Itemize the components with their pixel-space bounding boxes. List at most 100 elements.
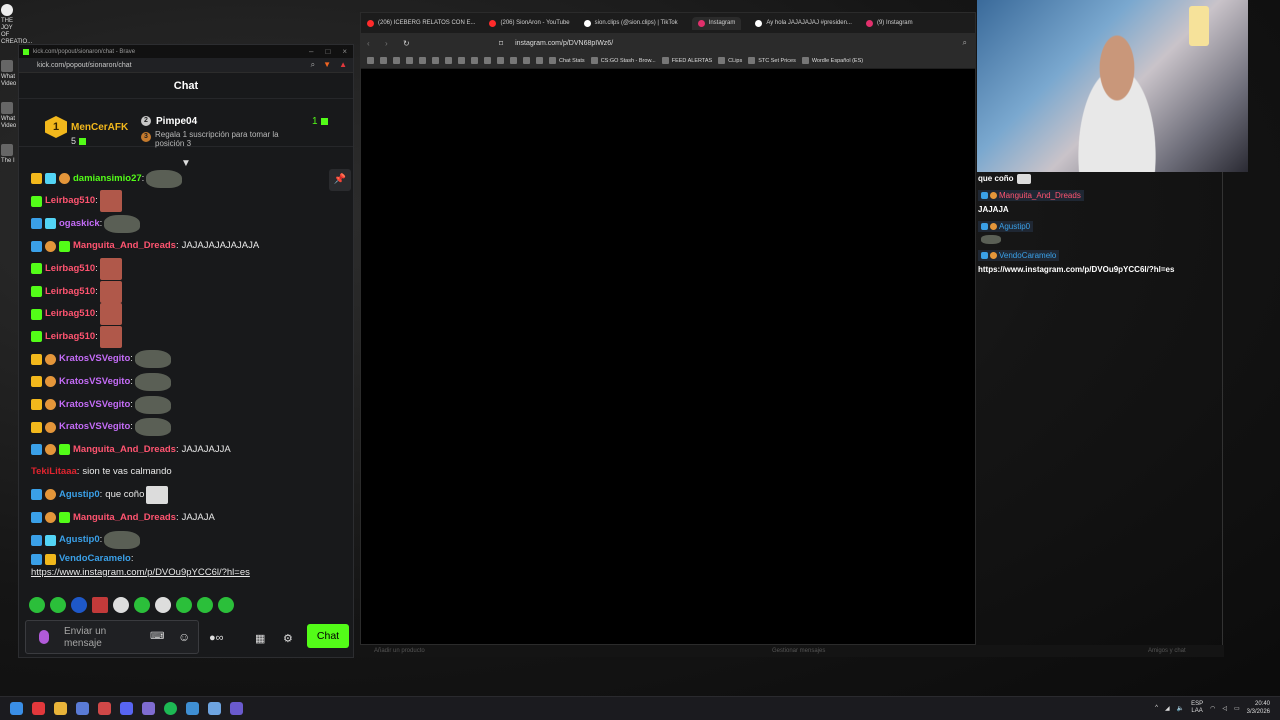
volume-icon[interactable]: 🔈 — [1177, 705, 1184, 712]
forward-icon[interactable]: › — [385, 39, 397, 48]
chat-username[interactable]: Manguita_And_Dreads — [73, 512, 176, 524]
chat-username[interactable]: Manguita_And_Dreads — [73, 240, 176, 252]
bookmark-favicon-icon[interactable] — [471, 57, 478, 64]
emote-icon[interactable] — [29, 597, 45, 613]
bookmark-favicon-icon[interactable] — [523, 57, 530, 64]
emote-icon[interactable] — [176, 597, 192, 613]
bookmark-favicon-icon[interactable] — [536, 57, 543, 64]
add-product-link[interactable]: Añadir un producto — [374, 648, 425, 654]
app-icon[interactable] — [98, 702, 111, 715]
bookmark-item[interactable]: Wordle Español (ES) — [801, 57, 863, 64]
store-icon[interactable]: ▦ — [255, 632, 265, 645]
app-icon[interactable] — [186, 702, 199, 715]
language-indicator[interactable]: ESP LAA — [1191, 701, 1203, 715]
emote-icon[interactable] — [197, 597, 213, 613]
chat-message[interactable]: Manguita_And_Dreads: JAJAJAJAJAJAJA — [19, 235, 355, 257]
url-text[interactable]: instagram.com/p/DVN68pIWz6/ — [515, 40, 613, 47]
chat-message[interactable]: Leirbag510: — [19, 257, 355, 280]
leaderboard-first-name[interactable]: MenCerAFK — [71, 122, 128, 133]
browser-tab[interactable]: sion.clips (@sion.clips) | TikTok — [583, 19, 678, 27]
bookmark-favicon-icon[interactable] — [497, 57, 504, 64]
clock[interactable]: 20:40 3/3/2026 — [1247, 700, 1270, 716]
leaderboard-second-name[interactable]: Pimpe04 — [156, 116, 197, 127]
chat-message-input[interactable]: Enviar un mensaje ⌨ ☺ — [25, 620, 199, 654]
emote-icon[interactable] — [134, 597, 150, 613]
speaker-icon[interactable]: ◁ — [1222, 705, 1227, 712]
chat-message[interactable]: KratosVSVegito: — [19, 416, 355, 438]
chat-username[interactable]: KratosVSVegito — [59, 421, 130, 433]
chat-username[interactable]: damiansimio27 — [73, 173, 142, 185]
bookmark-favicon-icon[interactable] — [458, 57, 465, 64]
chat-message[interactable]: damiansimio27: — [19, 168, 355, 190]
address-bar[interactable]: kick.com/popout/sionaron/chat ⌕ ▼ ▲ — [19, 58, 353, 73]
browser-tab[interactable]: (206) ICEBERG RELATOS CON E... — [367, 19, 475, 27]
browser-tab[interactable]: Ay hola JAJAJAJAJ #presiden... — [755, 19, 852, 27]
battery-icon[interactable]: ▭ — [1234, 705, 1240, 712]
app-icon[interactable] — [230, 702, 243, 715]
browser-tab[interactable]: (206) SionAron - YouTube — [489, 19, 570, 27]
discord-icon[interactable] — [120, 702, 133, 715]
kicks-icon[interactable]: ●∞ — [209, 632, 224, 644]
chat-username[interactable]: VendoCaramelo — [59, 553, 131, 565]
address-bar[interactable]: ‹ › ↻ ⌑ instagram.com/p/DVN68pIWz6/ ⌕ — [361, 33, 975, 53]
brave-icon[interactable] — [32, 702, 45, 715]
friends-chat-link[interactable]: Amigos y chat — [1148, 648, 1186, 654]
spotify-icon[interactable] — [164, 702, 177, 715]
bookmark-favicon-icon[interactable] — [367, 57, 374, 64]
chat-username[interactable]: Agustip0 — [59, 534, 100, 546]
emote-icon[interactable] — [50, 597, 66, 613]
bookmark-favicon-icon[interactable] — [406, 57, 413, 64]
chat-username[interactable]: ogaskick — [59, 218, 100, 230]
chat-link[interactable]: https://www.instagram.com/p/DVOu9pYCC6l/… — [31, 567, 250, 579]
chat-messages[interactable]: damiansimio27: Leirbag510: ogaskick: Mangui… — [19, 167, 355, 585]
chat-username[interactable]: Manguita_And_Dreads — [73, 444, 176, 456]
bookmark-item[interactable]: FEED ALERTAS — [661, 57, 712, 64]
app-icon[interactable] — [142, 702, 155, 715]
back-icon[interactable]: ‹ — [367, 39, 379, 48]
chat-username[interactable]: KratosVSVegito — [59, 376, 130, 388]
chat-message[interactable]: Leirbag510: — [19, 325, 355, 348]
chat-message[interactable]: Manguita_And_Dreads: JAJAJA — [19, 507, 355, 529]
chat-message[interactable]: Leirbag510: — [19, 190, 355, 213]
bookmark-favicon-icon[interactable] — [419, 57, 426, 64]
chat-message[interactable]: ogaskick: — [19, 213, 355, 235]
browser-tab[interactable]: Instagram — [691, 16, 742, 30]
send-chat-button[interactable]: Chat — [307, 624, 349, 648]
bookmark-favicon-icon[interactable] — [393, 57, 400, 64]
bookmark-favicon-icon[interactable] — [380, 57, 387, 64]
chat-message[interactable]: Leirbag510: — [19, 280, 355, 303]
folder-icon[interactable] — [54, 702, 67, 715]
chat-message[interactable]: KratosVSVegito: — [19, 371, 355, 393]
emote-icon[interactable] — [155, 597, 171, 613]
chat-message[interactable]: Agustip0: — [19, 529, 355, 551]
desktop-icon[interactable]: THE JOY OF CREATIO... — [1, 4, 32, 46]
network-icon[interactable]: ◢ — [1165, 705, 1170, 712]
microphone-icon[interactable] — [39, 630, 49, 644]
chat-message[interactable]: Leirbag510: — [19, 303, 355, 326]
emoji-picker-icon[interactable]: ☺ — [178, 630, 190, 644]
rewards-icon[interactable]: ▲ — [339, 60, 347, 70]
translate-icon[interactable]: ⌨ — [150, 631, 164, 642]
close-icon[interactable]: × — [342, 47, 347, 56]
chat-username[interactable]: Leirbag510 — [45, 263, 95, 275]
wifi-icon[interactable]: ◠ — [1210, 705, 1215, 712]
settings-gear-icon[interactable]: ⚙ — [283, 632, 293, 645]
bookmark-favicon-icon[interactable] — [445, 57, 452, 64]
bookmark-favicon-icon[interactable] — [510, 57, 517, 64]
brave-shield-icon[interactable]: ▼ — [323, 60, 331, 70]
bookmark-item[interactable]: STC Set Prices — [748, 57, 796, 64]
bookmark-item[interactable]: Chat Stats — [549, 57, 585, 64]
steam-icon[interactable] — [76, 702, 89, 715]
emote-icon[interactable] — [218, 597, 234, 613]
browser-tab[interactable]: (9) Instagram — [865, 19, 913, 27]
start-icon[interactable] — [10, 702, 23, 715]
emote-icon[interactable] — [71, 597, 87, 613]
chat-username[interactable]: Leirbag510 — [45, 308, 95, 320]
chevron-up-icon[interactable]: ^ — [1155, 705, 1158, 711]
chat-message[interactable]: VendoCaramelo: — [19, 552, 355, 567]
bookmark-icon[interactable]: ⌑ — [499, 39, 503, 48]
minimize-icon[interactable]: – — [309, 47, 313, 56]
chat-username[interactable]: Leirbag510 — [45, 195, 95, 207]
chat-message[interactable]: Manguita_And_Dreads: JAJAJAJJA — [19, 439, 355, 461]
emote-icon[interactable] — [113, 597, 129, 613]
